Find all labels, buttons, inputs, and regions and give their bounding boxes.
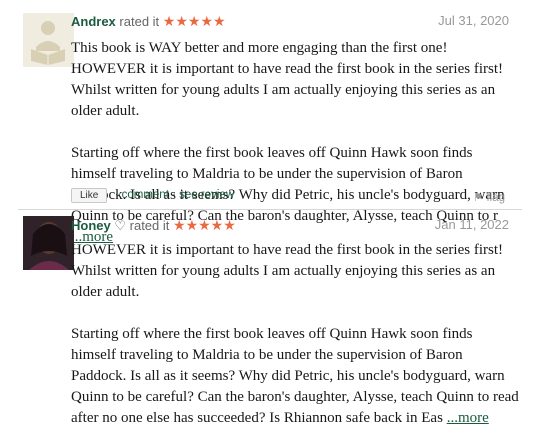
see-review-link[interactable]: see review bbox=[179, 189, 234, 201]
review-paragraph: HOWEVER it is important to have read the… bbox=[71, 242, 503, 300]
rated-label: rated it bbox=[119, 14, 160, 29]
review-date[interactable]: Jul 31, 2020 bbox=[438, 13, 509, 28]
review-date[interactable]: Jan 11, 2022 bbox=[435, 217, 509, 232]
user-photo bbox=[23, 216, 74, 270]
review-header: Honey ♡ rated it ★★★★★ Jan 11, 2022 bbox=[71, 217, 540, 237]
review-paragraph: This book is WAY better and more engagin… bbox=[71, 40, 503, 119]
star-rating: ★★★★★ bbox=[173, 217, 236, 233]
star-rating: ★★★★★ bbox=[162, 13, 226, 29]
review-actions: Like · comment · see review ⚑ flag bbox=[71, 188, 540, 204]
review-paragraph: Starting off where the first book leaves… bbox=[71, 326, 519, 426]
like-button[interactable]: Like bbox=[71, 188, 108, 203]
flag-icon: ⚑ bbox=[472, 192, 484, 204]
divider bbox=[18, 209, 522, 210]
flag-button[interactable]: ⚑ flag bbox=[473, 190, 505, 204]
separator: · bbox=[114, 189, 119, 201]
flag-label: flag bbox=[486, 192, 505, 204]
review-text: HOWEVER it is important to have read the… bbox=[71, 240, 521, 429]
heart-icon: ♡ bbox=[114, 218, 127, 233]
avatar[interactable] bbox=[23, 216, 74, 270]
more-link[interactable]: ...more bbox=[447, 410, 489, 426]
reviewer-name[interactable]: Andrex bbox=[71, 14, 116, 29]
review-header: Andrex rated it ★★★★★ Jul 31, 2020 bbox=[71, 13, 540, 33]
avatar[interactable] bbox=[23, 13, 74, 67]
rated-label: rated it bbox=[129, 218, 170, 233]
reviewer-name[interactable]: Honey bbox=[71, 218, 111, 233]
separator: · bbox=[172, 189, 176, 201]
comment-link[interactable]: comment bbox=[122, 189, 169, 201]
default-user-icon bbox=[23, 13, 74, 67]
